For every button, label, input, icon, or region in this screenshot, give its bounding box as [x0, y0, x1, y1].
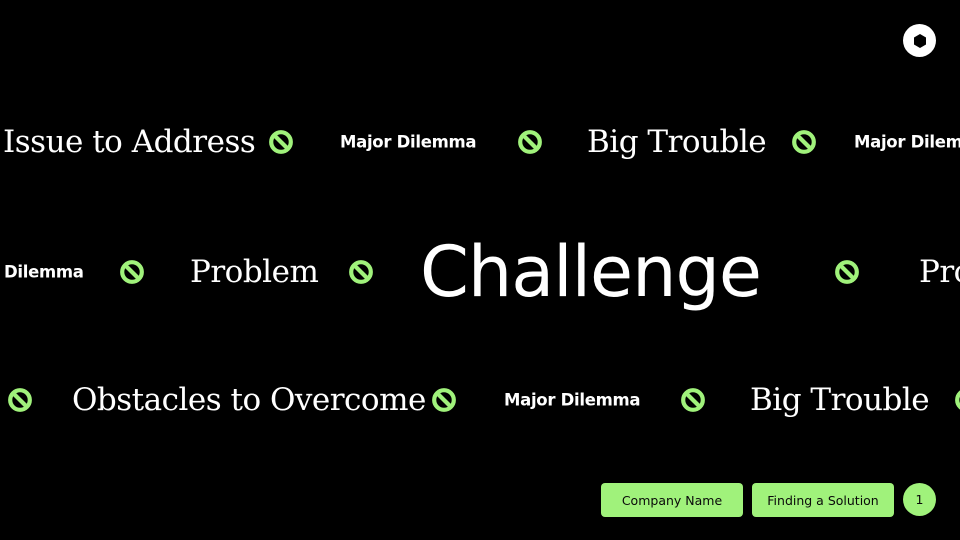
- hexagon-logo-icon: [903, 24, 936, 57]
- word-row-2: Dilemma Problem Challenge Pro: [0, 230, 960, 314]
- word-issue-to-address: Issue to Address: [3, 124, 256, 160]
- prohibited-icon: [954, 387, 960, 413]
- word-obstacles-to-overcome: Obstacles to Overcome: [72, 382, 426, 418]
- word-big-trouble: Big Trouble: [750, 382, 930, 418]
- section-name-tag: Finding a Solution: [752, 483, 894, 517]
- word-problem: Problem: [190, 254, 319, 290]
- prohibited-icon: [119, 259, 145, 285]
- word-major-dilemma-partial: Major Dilem: [854, 132, 960, 152]
- prohibited-icon: [834, 259, 860, 285]
- word-problem-partial: Pro: [919, 254, 960, 290]
- prohibited-icon: [7, 387, 33, 413]
- prohibited-icon: [348, 259, 374, 285]
- word-dilemma-partial: Dilemma: [4, 262, 84, 282]
- page-number-badge: 1: [903, 483, 936, 516]
- word-challenge: Challenge: [420, 231, 762, 313]
- prohibited-icon: [431, 387, 457, 413]
- company-name-tag: Company Name: [601, 483, 743, 517]
- word-major-dilemma: Major Dilemma: [340, 132, 477, 152]
- prohibited-icon: [791, 129, 817, 155]
- prohibited-icon: [517, 129, 543, 155]
- prohibited-icon: [268, 129, 294, 155]
- word-row-3: Obstacles to Overcome Major Dilemma Big …: [0, 370, 960, 430]
- word-row-1: Issue to Address Major Dilemma Big Troub…: [0, 112, 960, 172]
- word-big-trouble: Big Trouble: [587, 124, 767, 160]
- prohibited-icon: [680, 387, 706, 413]
- word-major-dilemma: Major Dilemma: [504, 390, 641, 410]
